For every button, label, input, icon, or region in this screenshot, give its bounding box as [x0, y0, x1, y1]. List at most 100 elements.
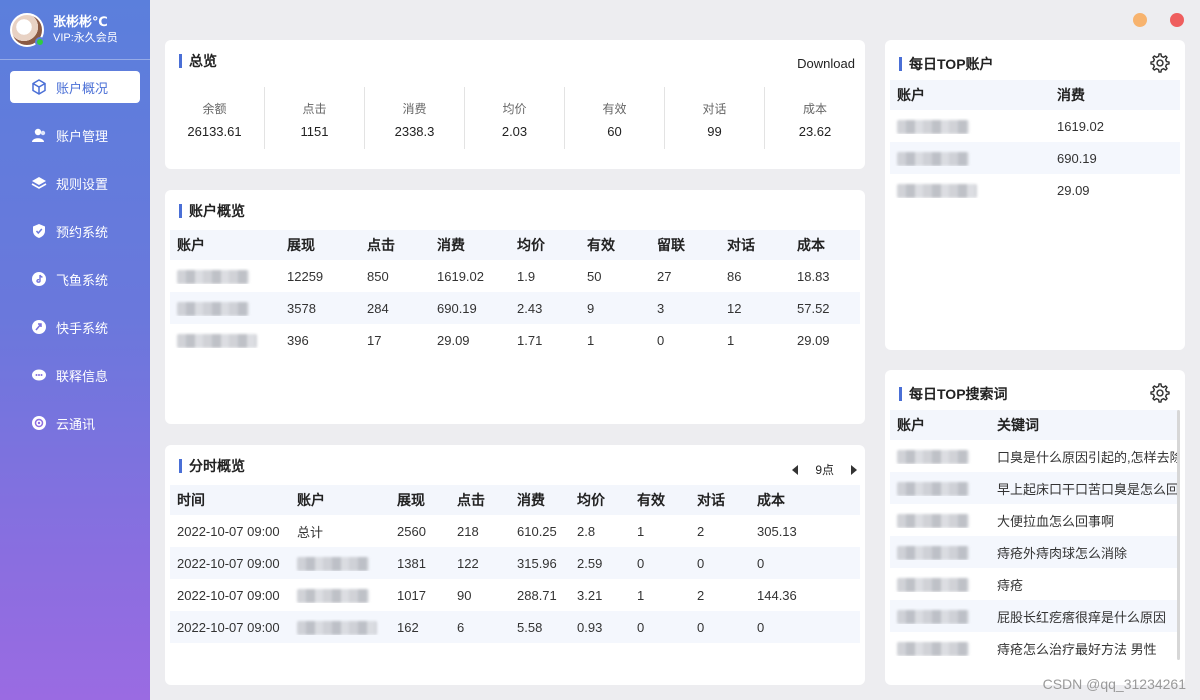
- sidebar-item-label: 联释信息: [56, 368, 109, 384]
- profile[interactable]: 张彬彬℃ VIP:永久会员: [0, 0, 150, 60]
- table-row[interactable]: 口臭是什么原因引起的,怎样去除: [890, 440, 1178, 472]
- close-button[interactable]: [1170, 13, 1184, 27]
- stat-label: 对话: [702, 102, 727, 116]
- gear-icon[interactable]: [1149, 382, 1171, 404]
- chat-icon: [30, 366, 48, 384]
- table-cell: 12: [727, 300, 742, 316]
- sidebar-item-label: 规则设置: [56, 176, 109, 192]
- table-row[interactable]: 2022-10-07 09:00 1381 122 315.96 2.59 0 0 0: [170, 547, 860, 579]
- table-cell: 3.21: [577, 587, 603, 603]
- table-cell: 315.96: [517, 555, 557, 571]
- table-cell: [890, 448, 990, 464]
- table-row[interactable]: 29.09: [890, 174, 1180, 206]
- stat-item: 对话 99: [665, 87, 765, 149]
- sidebar-item-contact-info[interactable]: 联释信息: [10, 359, 140, 391]
- top-keywords-table: 账户 关键词 口臭是什么原因引起的,怎样去除 早上起床口干口苦口臭是怎么回事 大便拉血怎…: [890, 410, 1178, 664]
- table-row[interactable]: 1619.02: [890, 110, 1180, 142]
- prev-page-icon[interactable]: [792, 464, 799, 475]
- minimize-button[interactable]: [1133, 13, 1147, 27]
- download-button[interactable]: Download: [797, 56, 855, 71]
- sidebar-item-cloud-comm[interactable]: 云通讯: [10, 407, 140, 439]
- table-cell: 86: [727, 268, 742, 284]
- sidebar-item-label: 云通讯: [56, 416, 96, 432]
- table-cell: 0: [757, 619, 765, 635]
- stat-label: 成本: [802, 102, 827, 116]
- column-header: 留联: [657, 237, 685, 253]
- table-cell: [290, 587, 390, 603]
- table-row[interactable]: 痔疮怎么治疗最好方法 男性: [890, 632, 1178, 664]
- stat-item: 均价 2.03: [465, 87, 565, 149]
- table-cell: 0: [757, 555, 765, 571]
- table-row[interactable]: 屁股长红疙瘩很痒是什么原因: [890, 600, 1178, 632]
- table-header: 账户 展现 点击 消费 均价 有效 留联 对话 成本: [170, 230, 860, 260]
- column-header: 有效: [637, 492, 665, 508]
- sidebar-nav: 账户概况 账户管理 规则设置 预约系统 飞鱼系统 快手系统 联释信息 云通讯: [0, 71, 150, 439]
- table-row[interactable]: 痔疮: [890, 568, 1178, 600]
- table-cell: 610.25: [517, 523, 557, 539]
- sidebar-item-rule-settings[interactable]: 规则设置: [10, 167, 140, 199]
- avatar[interactable]: [10, 12, 45, 47]
- table-row[interactable]: 痔疮外痔肉球怎么消除: [890, 536, 1178, 568]
- table-row[interactable]: 12259 850 1619.02 1.9 50 27 86 18.83: [170, 260, 860, 292]
- table-row[interactable]: 2022-10-07 09:00 1017 90 288.71 3.21 1 2 144.36: [170, 579, 860, 611]
- table-row[interactable]: 早上起床口干口苦口臭是怎么回事: [890, 472, 1178, 504]
- column-header: 有效: [587, 237, 615, 253]
- top-accounts-table: 账户 消费 1619.02 690.19 29.09: [890, 80, 1180, 206]
- table-cell: 2022-10-07 09:00: [177, 619, 280, 635]
- table-cell: 90: [457, 587, 472, 603]
- table-cell: 17: [367, 332, 382, 348]
- table-cell: 2560: [397, 523, 426, 539]
- table-cell: 0: [637, 619, 645, 635]
- cube-icon: [30, 78, 48, 96]
- account-overview-panel: 账户概览 账户 展现 点击 消费 均价 有效 留联 对话 成本 12259 850 1619.02 1.…: [165, 190, 865, 424]
- table-row[interactable]: 2022-10-07 09:00 总计 2560 218 610.25 2.8 1 2 305.…: [170, 515, 860, 547]
- table-cell: [890, 576, 990, 592]
- sidebar: 张彬彬℃ VIP:永久会员 账户概况 账户管理 规则设置 预约系统 飞鱼系统 快…: [0, 0, 150, 700]
- redacted-account: [897, 641, 969, 656]
- redacted-account: [897, 513, 969, 528]
- panel-title: 每日TOP搜索词: [899, 387, 1008, 401]
- column-header: 账户: [177, 237, 205, 253]
- redacted-account: [897, 609, 969, 624]
- table-cell: 0: [637, 555, 645, 571]
- next-page-icon[interactable]: [851, 464, 857, 475]
- table-cell: 162: [397, 619, 419, 635]
- table-cell: 690.19: [437, 300, 477, 316]
- table-cell: 284: [367, 300, 389, 316]
- table-row[interactable]: 690.19: [890, 142, 1180, 174]
- column-header: 成本: [757, 492, 785, 508]
- sidebar-item-feiyu-system[interactable]: 飞鱼系统: [10, 263, 140, 295]
- table-row[interactable]: 396 17 29.09 1.71 1 0 1 29.09: [170, 324, 860, 356]
- table-cell: 1: [637, 523, 645, 539]
- scrollbar[interactable]: [1177, 410, 1180, 660]
- table-cell: 2022-10-07 09:00: [177, 587, 280, 603]
- overview-panel: 总览 Download 余额 26133.61 点击 1151 消费 2338.3 均价 2.…: [165, 40, 865, 169]
- table-cell: [890, 182, 1050, 198]
- redacted-account: [897, 119, 969, 134]
- redacted-account: [897, 183, 977, 198]
- stat-item: 消费 2338.3: [365, 87, 465, 149]
- table-row[interactable]: 大便拉血怎么回事啊: [890, 504, 1178, 536]
- sidebar-item-kuaishou-system[interactable]: 快手系统: [10, 311, 140, 343]
- table-cell: 6: [457, 619, 465, 635]
- table-cell: 0: [697, 555, 705, 571]
- table-cell: 57.52: [797, 300, 830, 316]
- stat-value: 23.62: [798, 124, 832, 139]
- sidebar-item-account-overview[interactable]: 账户概况: [10, 71, 140, 103]
- table-row[interactable]: 3578 284 690.19 2.43 9 3 12 57.52: [170, 292, 860, 324]
- table-cell: 288.71: [517, 587, 557, 603]
- table-cell: 50: [587, 268, 602, 284]
- table-cell: 屁股长红疙瘩很痒是什么原因: [997, 609, 1167, 625]
- redacted-account: [177, 333, 257, 348]
- hour-pager: 9点: [792, 461, 857, 478]
- tiktok-icon: [30, 270, 48, 288]
- layers-icon: [30, 174, 48, 192]
- sidebar-item-booking-system[interactable]: 预约系统: [10, 215, 140, 247]
- table-cell: 0: [697, 619, 705, 635]
- stat-value: 99: [707, 124, 722, 139]
- table-cell: [890, 118, 1050, 134]
- redacted-account: [177, 301, 249, 316]
- table-row[interactable]: 2022-10-07 09:00 162 6 5.58 0.93 0 0 0: [170, 611, 860, 643]
- sidebar-item-account-management[interactable]: 账户管理: [10, 119, 140, 151]
- gear-icon[interactable]: [1149, 52, 1171, 74]
